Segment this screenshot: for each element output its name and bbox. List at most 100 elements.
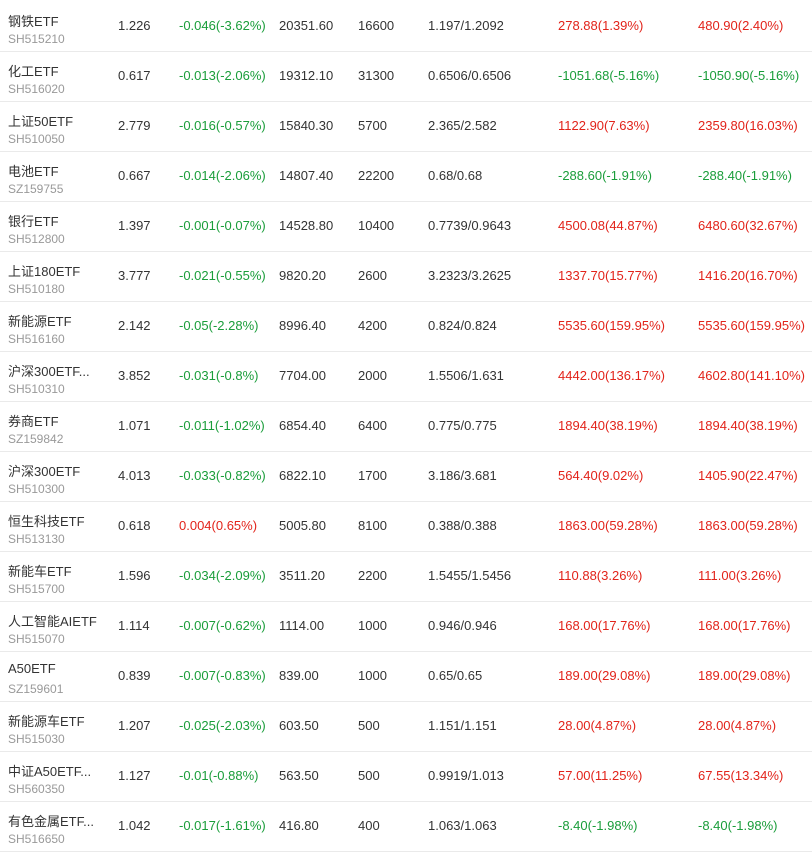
table-row[interactable]: 新能源车ETF SH515030 1.207 -0.025(-2.03%) 603.50… <box>0 702 812 752</box>
fund-name: 券商ETF <box>8 414 59 429</box>
table-row[interactable]: 上证180ETF SH510180 3.777 -0.021(-0.55%) 9820.… <box>0 252 812 302</box>
cost-price: 1.197/1.2092 <box>428 18 504 33</box>
fund-name: 新能车ETF <box>8 564 72 579</box>
market-value: 19312.10 <box>279 68 334 83</box>
table-row[interactable]: 化工ETF SH516020 0.617 -0.013(-2.06%) 19312.10… <box>0 52 812 102</box>
fund-code: SH510180 <box>8 282 65 296</box>
table-row[interactable]: 新能源ETF SH516160 2.142 -0.05(-2.28%) 8996.40 4… <box>0 302 812 352</box>
current-price: 3.852 <box>118 368 151 383</box>
floating-pnl: 168.00(17.76%) <box>558 618 651 633</box>
cost-price: 0.7739/0.9643 <box>428 218 512 233</box>
holding-quantity: 2600 <box>358 268 387 283</box>
fund-name: 中证A50ETF... <box>8 764 92 779</box>
price-change: 0.004(0.65%) <box>179 518 258 533</box>
floating-pnl: 1122.90(7.63%) <box>558 118 650 133</box>
price-change: -0.046(-3.62%) <box>179 18 266 33</box>
fund-code: SH515030 <box>8 732 65 746</box>
fund-name: 银行ETF <box>8 214 59 229</box>
position-pnl: 4602.80(141.10%) <box>698 368 805 383</box>
market-value: 416.80 <box>279 818 319 833</box>
table-row[interactable]: 人工智能AIETF SH515070 1.114 -0.007(-0.62%) 1114… <box>0 602 812 652</box>
fund-name: 上证50ETF <box>8 114 74 129</box>
table-row[interactable]: 券商ETF SZ159842 1.071 -0.011(-1.02%) 6854.40 6… <box>0 402 812 452</box>
price-change: -0.01(-0.88%) <box>179 768 259 783</box>
position-pnl: 168.00(17.76%) <box>698 618 791 633</box>
fund-name: 化工ETF <box>8 64 59 79</box>
table-row[interactable]: 有色金属ETF... SH516650 1.042 -0.017(-1.61%) 416… <box>0 802 812 852</box>
price-change: -0.014(-2.06%) <box>179 168 266 183</box>
floating-pnl: 1863.00(59.28%) <box>558 518 658 533</box>
cost-price: 0.65/0.65 <box>428 668 483 683</box>
current-price: 1.071 <box>118 418 151 433</box>
table-row[interactable]: 沪深300ETF... SH510310 3.852 -0.031(-0.8%) 770… <box>0 352 812 402</box>
market-value: 20351.60 <box>279 18 334 33</box>
price-change: -0.05(-2.28%) <box>179 318 259 333</box>
floating-pnl: 278.88(1.39%) <box>558 18 644 33</box>
floating-pnl: 57.00(11.25%) <box>558 768 643 783</box>
holding-quantity: 22200 <box>358 168 395 183</box>
holding-quantity: 6400 <box>358 418 387 433</box>
fund-code: SZ159842 <box>8 432 64 446</box>
floating-pnl: 564.40(9.02%) <box>558 468 644 483</box>
fund-code: SH510050 <box>8 132 65 146</box>
table-row[interactable]: 上证50ETF SH510050 2.779 -0.016(-0.57%) 15840.… <box>0 102 812 152</box>
current-price: 1.042 <box>118 818 151 833</box>
floating-pnl: -8.40(-1.98%) <box>558 818 638 833</box>
current-price: 1.226 <box>118 18 151 33</box>
fund-name: 新能源车ETF <box>8 714 85 729</box>
cost-price: 0.388/0.388 <box>428 518 497 533</box>
cost-price: 0.775/0.775 <box>428 418 497 433</box>
fund-name: 沪深300ETF... <box>8 364 90 379</box>
fund-code: SH515700 <box>8 582 65 596</box>
position-pnl: 1416.20(16.70%) <box>698 268 798 283</box>
holding-quantity: 1000 <box>358 668 387 683</box>
floating-pnl: 4500.08(44.87%) <box>558 218 658 233</box>
position-pnl: -8.40(-1.98%) <box>698 818 778 833</box>
price-change: -0.007(-0.83%) <box>179 668 266 683</box>
table-row[interactable]: 沪深300ETF SH510300 4.013 -0.033(-0.82%) 6822.… <box>0 452 812 502</box>
floating-pnl: 5535.60(159.95%) <box>558 318 665 333</box>
position-pnl: 480.90(2.40%) <box>698 18 784 33</box>
table-row[interactable]: A50ETF SZ159601 0.839 -0.007(-0.83%) 839.00 1… <box>0 652 812 702</box>
fund-code: SH510310 <box>8 382 65 396</box>
cost-price: 1.5455/1.5456 <box>428 568 512 583</box>
position-pnl: 189.00(29.08%) <box>698 668 791 683</box>
table-row[interactable]: 银行ETF SH512800 1.397 -0.001(-0.07%) 14528.80… <box>0 202 812 252</box>
price-change: -0.007(-0.62%) <box>179 618 266 633</box>
cost-price: 0.6506/0.6506 <box>428 68 512 83</box>
position-pnl: 2359.80(16.03%) <box>698 118 798 133</box>
fund-name: 新能源ETF <box>8 314 72 329</box>
table-row[interactable]: 恒生科技ETF SH513130 0.618 0.004(0.65%) 5005.80 8… <box>0 502 812 552</box>
fund-code: SH560350 <box>8 782 65 796</box>
fund-code: SH510300 <box>8 482 65 496</box>
cost-price: 1.5506/1.631 <box>428 368 504 383</box>
holding-quantity: 2000 <box>358 368 387 383</box>
holding-quantity: 500 <box>358 768 380 783</box>
fund-name: 上证180ETF <box>8 264 81 279</box>
holding-quantity: 400 <box>358 818 380 833</box>
holding-quantity: 31300 <box>358 68 395 83</box>
position-pnl: 1894.40(38.19%) <box>698 418 798 433</box>
table-row[interactable]: 中证A50ETF... SH560350 1.127 -0.01(-0.88%) 563… <box>0 752 812 802</box>
current-price: 1.207 <box>118 718 151 733</box>
fund-name: 钢铁ETF <box>8 14 59 29</box>
table-row[interactable]: 钢铁ETF SH515210 1.226 -0.046(-3.62%) 20351.60… <box>0 0 812 52</box>
position-pnl: 5535.60(159.95%) <box>698 318 805 333</box>
market-value: 1114.00 <box>279 618 325 633</box>
floating-pnl: 1337.70(15.77%) <box>558 268 658 283</box>
table-row[interactable]: 电池ETF SZ159755 0.667 -0.014(-2.06%) 14807.40… <box>0 152 812 202</box>
current-price: 2.779 <box>118 118 151 133</box>
fund-name: 恒生科技ETF <box>8 514 85 529</box>
holding-quantity: 1700 <box>358 468 387 483</box>
position-pnl: 1863.00(59.28%) <box>698 518 798 533</box>
holding-quantity: 16600 <box>358 18 395 33</box>
holding-quantity: 8100 <box>358 518 387 533</box>
price-change: -0.001(-0.07%) <box>179 218 266 233</box>
cost-price: 0.9919/1.013 <box>428 768 504 783</box>
floating-pnl: 4442.00(136.17%) <box>558 368 665 383</box>
current-price: 2.142 <box>118 318 151 333</box>
table-row[interactable]: 新能车ETF SH515700 1.596 -0.034(-2.09%) 3511.20… <box>0 552 812 602</box>
fund-code: SZ159755 <box>8 182 64 196</box>
price-change: -0.013(-2.06%) <box>179 68 266 83</box>
market-value: 603.50 <box>279 718 319 733</box>
